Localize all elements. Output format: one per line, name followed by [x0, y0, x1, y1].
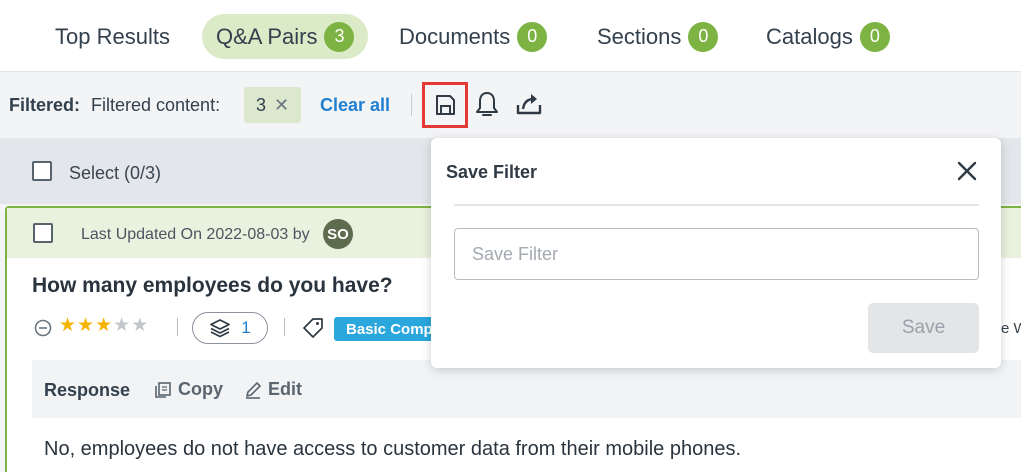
select-all-checkbox[interactable] [32, 161, 52, 181]
tab-label: Catalogs [766, 23, 853, 49]
bell-icon [476, 92, 498, 116]
filtered-content-label: Filtered content: [91, 95, 221, 115]
tab-label: Top Results [55, 23, 170, 49]
layers-icon [210, 319, 231, 338]
save-filter-input[interactable] [454, 228, 979, 280]
tag-icon [303, 318, 323, 338]
tab-documents[interactable]: Documents 0 [399, 14, 548, 59]
tab-label: Documents [399, 23, 511, 49]
results-tabs: Top Results Q&A Pairs 3 Documents 0 Sect… [0, 0, 1021, 72]
clear-all-link[interactable]: Clear all [320, 95, 390, 116]
tab-top-results[interactable]: Top Results [55, 14, 170, 59]
close-popover-button[interactable] [954, 158, 980, 184]
meta-separator [177, 318, 178, 336]
minus-circle-icon[interactable] [34, 319, 52, 337]
edit-label: Edit [268, 379, 302, 399]
popover-title: Save Filter [446, 162, 538, 182]
star-filled-icon[interactable]: ★ [77, 315, 95, 336]
star-empty-icon[interactable]: ★ [113, 315, 131, 336]
filtered-label: Filtered: [9, 95, 81, 115]
select-count-label: Select (0/3) [69, 163, 162, 183]
close-icon[interactable]: ✕ [274, 95, 289, 116]
answer-text: No, employees do not have access to cust… [44, 438, 742, 460]
tab-count-badge: 3 [324, 21, 355, 52]
tab-label: Sections [597, 23, 682, 49]
filter-chip: 3 ✕ [244, 87, 301, 123]
star-filled-icon[interactable]: ★ [95, 315, 113, 336]
tab-count-badge: 0 [688, 21, 719, 52]
star-rating[interactable]: ★★★★★ [59, 314, 149, 337]
copy-label: Copy [178, 379, 223, 399]
avatar[interactable]: SO [323, 219, 353, 249]
filter-bar: Filtered: Filtered content: 3 ✕ Clear al… [0, 72, 1021, 138]
tab-sections[interactable]: Sections 0 [597, 14, 719, 59]
tab-qa-pairs[interactable]: Q&A Pairs 3 [202, 14, 369, 59]
response-toolbar: Response Copy Edit [32, 360, 1021, 418]
tab-catalogs[interactable]: Catalogs 0 [766, 14, 890, 59]
edit-button[interactable]: Edit [244, 379, 302, 400]
export-button[interactable] [515, 90, 543, 118]
alert-button[interactable] [474, 90, 500, 120]
pencil-icon [246, 381, 261, 399]
question-title[interactable]: How many employees do you have? [32, 274, 393, 298]
tab-label: Q&A Pairs [216, 23, 318, 49]
meta-separator [284, 318, 285, 336]
clipped-meta-text: e W [1001, 320, 1021, 337]
copy-icon [155, 381, 171, 398]
star-filled-icon[interactable]: ★ [59, 315, 77, 336]
close-icon [957, 161, 977, 181]
save-disk-icon [436, 95, 455, 115]
tab-count-badge: 0 [859, 21, 890, 52]
filter-chip-value: 3 [255, 94, 266, 115]
star-empty-icon[interactable]: ★ [131, 315, 149, 336]
category-tag[interactable]: Basic Comp [334, 317, 445, 341]
tab-count-badge: 0 [517, 21, 548, 52]
versions-pill[interactable]: 1 [192, 312, 268, 344]
toolbar-divider [411, 94, 412, 116]
versions-count: 1 [241, 318, 251, 337]
response-label: Response [44, 380, 131, 400]
save-filter-popover: Save Filter Save [431, 138, 1001, 368]
card-select-checkbox[interactable] [33, 223, 53, 243]
copy-button[interactable]: Copy [154, 379, 223, 400]
popover-divider [454, 204, 979, 206]
share-upload-icon [516, 94, 542, 115]
save-filter-button[interactable] [422, 82, 468, 128]
save-button[interactable]: Save [868, 303, 979, 353]
last-updated-text: Last Updated On 2022-08-03 by [81, 226, 310, 243]
